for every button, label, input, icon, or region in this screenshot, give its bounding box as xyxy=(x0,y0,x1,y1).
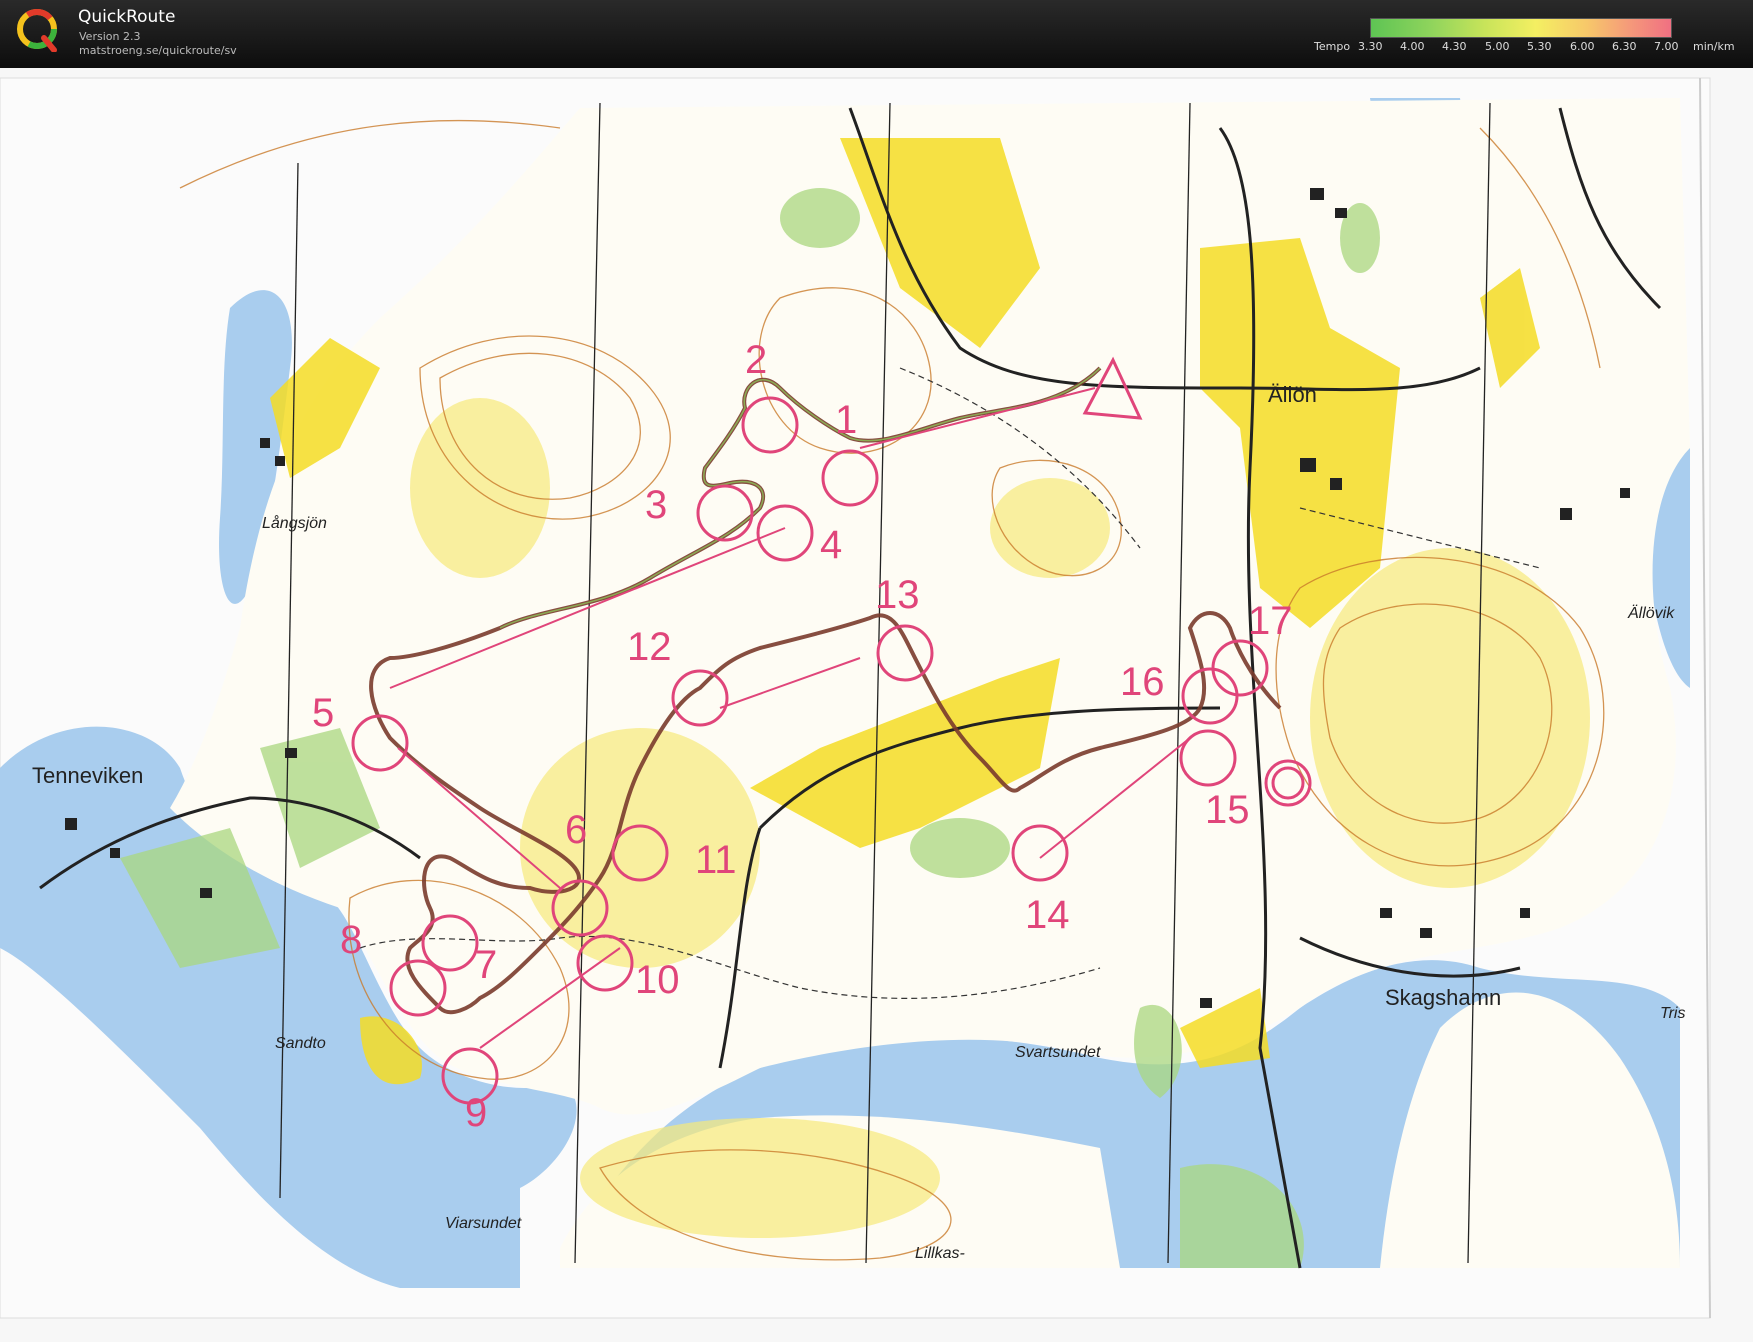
control-number: 14 xyxy=(1025,893,1070,937)
control-number: 17 xyxy=(1248,599,1293,643)
place-name: Lillkas- xyxy=(915,1245,965,1262)
orienteering-map[interactable]: 1 2 3 4 5 6 7 8 9 10 11 12 13 14 15 16 1… xyxy=(0,68,1753,1342)
control-number: 4 xyxy=(820,523,842,567)
control-number: 16 xyxy=(1120,660,1165,704)
app-url: matstroeng.se/quickroute/sv xyxy=(79,44,237,57)
control-number: 12 xyxy=(627,625,672,669)
place-name: Tris xyxy=(1660,1005,1685,1022)
legend-tick: 5.00 xyxy=(1485,40,1510,53)
control-number: 3 xyxy=(645,483,667,527)
legend-tick: 7.00 xyxy=(1654,40,1679,53)
legend-tick: 6.00 xyxy=(1570,40,1595,53)
app-version: Version 2.3 xyxy=(79,30,141,43)
legend-unit: min/km xyxy=(1693,40,1735,53)
pace-legend: Tempo 3.30 4.00 4.30 5.00 5.30 6.00 6.30… xyxy=(1290,6,1740,62)
control-number: 2 xyxy=(745,338,767,382)
app-title: QuickRoute xyxy=(78,7,176,27)
control-number: 6 xyxy=(565,808,587,852)
control-number: 10 xyxy=(635,958,680,1002)
legend-tick: 4.30 xyxy=(1442,40,1467,53)
place-name: Tenneviken xyxy=(32,763,143,788)
place-name: Svartsundet xyxy=(1015,1044,1101,1061)
control-number: 5 xyxy=(312,691,334,735)
place-name: Skagshamn xyxy=(1385,985,1501,1010)
legend-tick: 5.30 xyxy=(1527,40,1552,53)
control-number: 13 xyxy=(875,573,920,617)
place-name: Viarsundet xyxy=(445,1215,522,1232)
place-name: Ällön xyxy=(1268,382,1317,407)
pace-color-scale xyxy=(1370,18,1672,38)
legend-caption: Tempo xyxy=(1314,40,1351,53)
place-name: Långsjön xyxy=(262,514,327,532)
place-name: Sandto xyxy=(275,1035,326,1052)
place-name: Ällövik xyxy=(1627,604,1675,622)
legend-tick: 6.30 xyxy=(1612,40,1637,53)
control-number: 1 xyxy=(835,398,857,442)
control-number: 15 xyxy=(1205,788,1250,832)
app-header: QuickRoute Version 2.3 matstroeng.se/qui… xyxy=(0,0,1753,68)
quickroute-logo-icon xyxy=(17,9,57,52)
control-number: 8 xyxy=(340,918,362,962)
legend-tick: 4.00 xyxy=(1400,40,1425,53)
legend-tick: 3.30 xyxy=(1358,40,1383,53)
map-viewport[interactable]: 1 2 3 4 5 6 7 8 9 10 11 12 13 14 15 16 1… xyxy=(0,68,1753,1342)
control-number: 7 xyxy=(475,943,497,987)
control-number: 9 xyxy=(465,1091,487,1135)
control-number: 11 xyxy=(695,838,737,882)
